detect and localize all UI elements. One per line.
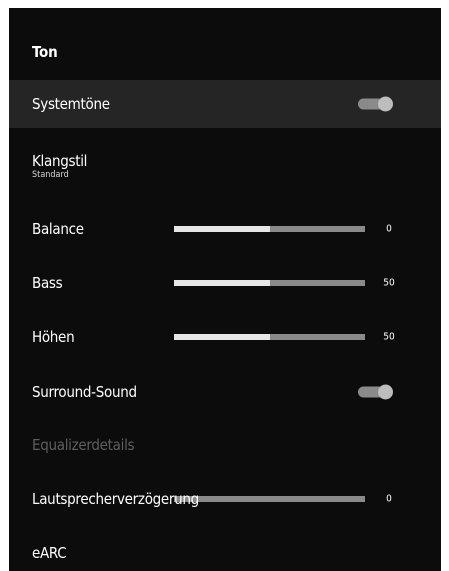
slider-value: 0 (386, 493, 392, 505)
row-label: Bass (32, 274, 63, 292)
row-balance[interactable]: Balance 0 (9, 205, 441, 253)
treble-slider[interactable] (174, 334, 365, 340)
surround-sound-toggle[interactable] (358, 384, 393, 400)
row-label: Höhen (32, 328, 75, 346)
system-sounds-toggle[interactable] (358, 96, 393, 112)
row-speaker-delay[interactable]: Lautsprecherverzögerung 0 (9, 475, 441, 523)
row-label: Lautsprecherverzögerung (32, 490, 199, 508)
row-bass[interactable]: Bass 50 (9, 259, 441, 307)
row-label: eARC (32, 544, 67, 562)
row-label: Balance (32, 220, 84, 238)
toggle-knob (378, 384, 393, 400)
speaker-delay-slider[interactable] (174, 496, 365, 502)
row-system-sounds[interactable]: Systemtöne (9, 80, 441, 128)
panel-title: Ton (32, 43, 58, 61)
slider-fill (174, 226, 270, 232)
row-label: Systemtöne (32, 95, 110, 113)
row-earc[interactable]: eARC (9, 529, 441, 571)
row-surround-sound[interactable]: Surround-Sound (9, 368, 441, 416)
row-sublabel: Standard (32, 170, 69, 180)
row-equalizer-details: Equalizerdetails (9, 421, 441, 469)
row-treble[interactable]: Höhen 50 (9, 313, 441, 361)
slider-fill (174, 280, 270, 286)
row-label: Equalizerdetails (32, 436, 135, 454)
slider-value: 50 (383, 331, 395, 343)
row-sound-style[interactable]: Klangstil Standard (9, 146, 441, 194)
sound-settings-panel: Ton Systemtöne Klangstil Standard Balanc… (9, 8, 441, 571)
row-label: Surround-Sound (32, 383, 137, 401)
slider-fill (174, 334, 270, 340)
slider-value: 0 (386, 223, 392, 235)
bass-slider[interactable] (174, 280, 365, 286)
row-label: Klangstil (32, 152, 88, 170)
balance-slider[interactable] (174, 226, 365, 232)
slider-value: 50 (383, 277, 395, 289)
toggle-knob (378, 96, 393, 112)
